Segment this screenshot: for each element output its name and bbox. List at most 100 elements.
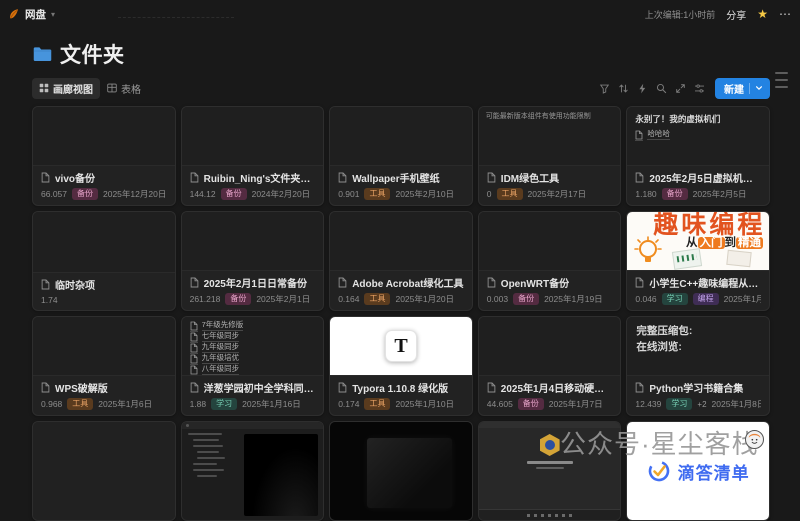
folder-card[interactable]: Wallpaper手机壁纸 0.901工具2025年2月10日 (329, 106, 473, 206)
folder-card[interactable] (478, 421, 622, 521)
folder-card[interactable]: 完整压缩包:在线浏览: Python学习书籍合集 12.439学习+22025年… (626, 316, 770, 416)
filter-icon[interactable] (595, 81, 614, 96)
divider (118, 17, 234, 18)
preview-text-line: 在线浏览: (636, 339, 760, 355)
preview-text-line: 完整压缩包: (636, 323, 760, 339)
card-size: 0.003 (487, 294, 508, 304)
card-meta: 144.12备份2024年2月20日 (190, 188, 316, 200)
card-preview (479, 317, 621, 376)
card-title: OpenWRT备份 (501, 275, 569, 290)
tab-gallery-view[interactable]: 画廊视图 (32, 78, 100, 99)
chevron-down-icon[interactable] (755, 84, 763, 92)
card-date: 2025年1月16日 (242, 398, 301, 410)
workspace-logo-icon[interactable] (8, 8, 20, 20)
caption-line (536, 467, 564, 469)
text: 入门 (698, 237, 725, 249)
card-title: Adobe Acrobat绿化工具 (352, 275, 463, 290)
card-preview (33, 107, 175, 166)
more-options-button[interactable]: ⋯ (779, 8, 792, 20)
page-icon (190, 172, 199, 183)
tag-pill: 工具 (497, 188, 523, 200)
card-info: Python学习书籍合集 12.439学习+22025年1月8日 (627, 376, 769, 415)
sort-icon[interactable] (614, 81, 633, 96)
folder-card[interactable]: WPS破解版 0.968工具2025年1月6日 (32, 316, 176, 416)
folder-card[interactable]: 临时杂项 1.74 (32, 211, 176, 311)
chevron-down-icon: ▾ (51, 10, 55, 19)
page-icon (338, 172, 347, 183)
expand-icon[interactable] (671, 81, 690, 96)
share-button[interactable]: 分享 (726, 7, 746, 22)
preview-note-line: 可能最新版本组件有使用功能限制 (486, 112, 614, 122)
tab-table-view[interactable]: 表格 (100, 78, 148, 99)
divider (749, 83, 750, 94)
folder-card[interactable] (181, 421, 325, 521)
view-toolbar: 画廊视图 表格 新建 (32, 78, 770, 98)
ticktick-label: 滴答清单 (678, 459, 750, 484)
card-date: 2025年1月19日 (544, 293, 603, 305)
page-link[interactable]: 哈哈哈 (635, 130, 761, 140)
folder-card[interactable]: Ruibin_Ning's文件夹备份 144.12备份2024年2月20日 (181, 106, 325, 206)
card-meta: 0.164工具2025年1月20日 (338, 293, 464, 305)
settings-sliders-icon[interactable] (690, 81, 709, 96)
page-link[interactable]: 7年级先修版 (190, 321, 316, 331)
outline-indicator[interactable] (775, 72, 788, 88)
tab-label: 表格 (121, 81, 141, 96)
folder-card[interactable]: OpenWRT备份 0.003 备份 2025年1月19日 (478, 211, 622, 311)
gallery-grid: vivo备份 66.057备份2025年12月20日 Ruibin_Ning's… (32, 106, 770, 521)
text: 到 (725, 237, 737, 249)
ide-editor-pane (244, 434, 319, 516)
ide-file-tree (188, 433, 236, 481)
tag-pill: 工具 (364, 293, 390, 305)
breadcrumb-page[interactable]: 网盘 (25, 7, 46, 22)
search-icon[interactable] (652, 81, 671, 96)
card-title: Typora 1.10.8 绿化版 (352, 380, 448, 395)
tag-pill: 备份 (221, 188, 247, 200)
folder-card[interactable]: 永别了！我的虚拟机们哈哈哈 2025年2月5日虚拟机告别备份 1.180备份20… (626, 106, 770, 206)
card-info: Wallpaper手机壁纸 0.901工具2025年2月10日 (330, 166, 472, 205)
card-title: 小学生C++趣味编程从入门到精通 (649, 275, 761, 290)
card-date: 2024年2月20日 (252, 188, 311, 200)
favorite-star-icon[interactable]: ★ (757, 8, 768, 20)
folder-card[interactable]: Adobe Acrobat绿化工具 0.164工具2025年1月20日 (329, 211, 473, 311)
folder-card[interactable]: 趣味编程从入门到精通 小学生C++趣味编程从入门到精通 0.046学习编程202… (626, 211, 770, 311)
card-info: OpenWRT备份 0.003 备份 2025年1月19日 (479, 271, 621, 310)
card-preview (182, 422, 324, 520)
page-link[interactable]: 八年级同步 (190, 365, 316, 375)
card-preview: 趣味编程从入门到精通 (627, 212, 769, 271)
top-bar: 网盘 ▾ 上次编辑:1小时前 分享 ★ ⋯ (0, 0, 800, 26)
folder-card[interactable]: 2025年2月1日日常备份 261.218备份2025年2月1日 (181, 211, 325, 311)
folder-card[interactable]: vivo备份 66.057备份2025年12月20日 (32, 106, 176, 206)
page-link[interactable]: 七年级同步 (190, 332, 316, 342)
folder-card[interactable]: T Typora 1.10.8 绿化版 0.174工具2025年1月10日 (329, 316, 473, 416)
folder-card[interactable]: 7年级先修版七年级同步九年级同步九年级培优八年级同步八年级培优 洋葱学园初中全学… (181, 316, 325, 416)
assistant-button[interactable] (745, 430, 764, 449)
preview-note-line: 永别了！我的虚拟机们 (635, 113, 761, 125)
page-icon (190, 376, 198, 377)
page-link-label: 九年级同步 (202, 343, 240, 352)
card-info: 2025年2月1日日常备份 261.218备份2025年2月1日 (182, 271, 324, 310)
card-title: 2025年2月1日日常备份 (204, 275, 307, 290)
laptop-screen-photo (367, 438, 452, 509)
folder-card[interactable] (32, 421, 176, 521)
tag-pill: 学习 (211, 398, 237, 410)
card-date: 2025年1月16日 (724, 293, 761, 305)
page-link-label: 七年级同步 (202, 332, 240, 341)
card-preview (33, 212, 175, 273)
card-meta: 12.439学习+22025年1月8日 (635, 398, 761, 410)
card-info: 2025年1月4日移动硬盘系统备份 44.605备份2025年1月7日 (479, 376, 621, 415)
card-meta: 0.174工具2025年1月10日 (338, 398, 464, 410)
new-button[interactable]: 新建 (715, 78, 770, 99)
page-icon (487, 172, 496, 183)
folder-card[interactable]: 2025年1月4日移动硬盘系统备份 44.605备份2025年1月7日 (478, 316, 622, 416)
page-link[interactable]: 九年级培优 (190, 354, 316, 364)
folder-card[interactable]: 可能最新版本组件有使用功能限制 IDM绿色工具 0工具2025年2月17日 (478, 106, 622, 206)
folder-card[interactable] (329, 421, 473, 521)
tag-pill: 备份 (225, 293, 251, 305)
card-title: Ruibin_Ning's文件夹备份 (204, 170, 316, 185)
tag-pill: 备份 (513, 293, 539, 305)
page-icon (635, 172, 644, 183)
lightning-icon[interactable] (633, 81, 652, 96)
page-link-label: 八年级同步 (202, 365, 240, 374)
card-title: Wallpaper手机壁纸 (352, 170, 439, 185)
page-link[interactable]: 九年级同步 (190, 343, 316, 353)
